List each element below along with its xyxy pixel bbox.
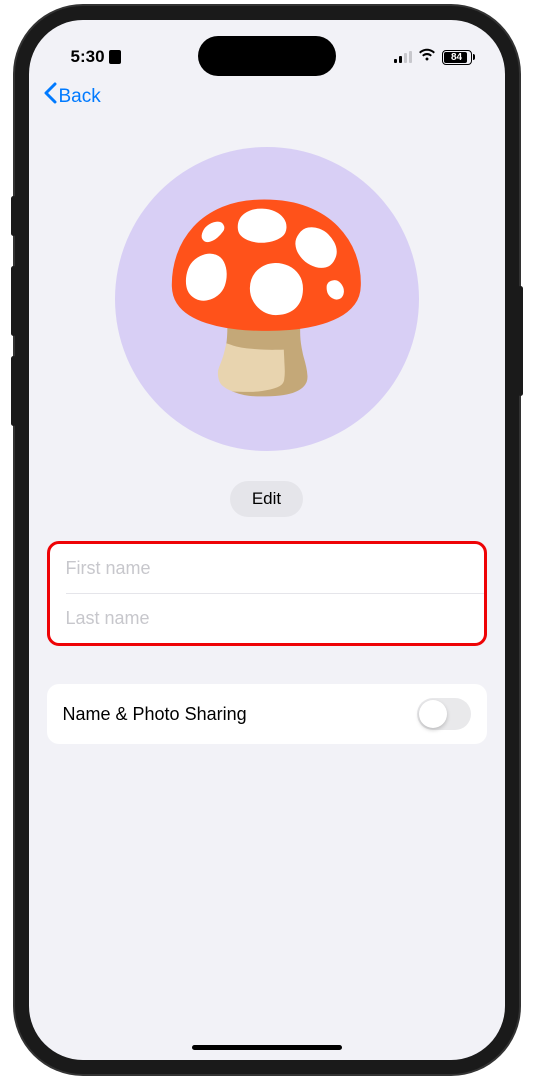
status-time: 5:30 (71, 47, 105, 67)
status-right: 84 (394, 48, 475, 66)
contact-card-icon (109, 50, 121, 64)
battery-icon: 84 (442, 50, 475, 65)
chevron-left-icon (43, 82, 57, 111)
power-button (518, 286, 523, 396)
name-photo-sharing-row: Name & Photo Sharing (47, 684, 487, 744)
side-button (11, 196, 16, 236)
toggle-knob (419, 700, 447, 728)
content: 🍄 Edit Name & Photo Sharing (29, 121, 505, 744)
battery-level: 84 (451, 52, 462, 63)
dynamic-island (198, 36, 336, 76)
nav-bar: Back (29, 76, 505, 121)
first-name-input[interactable] (50, 544, 484, 593)
edit-button[interactable]: Edit (230, 481, 303, 517)
avatar[interactable]: 🍄 (115, 147, 419, 451)
status-left: 5:30 (71, 47, 121, 67)
screen: 5:30 84 (29, 20, 505, 1060)
volume-up-button (11, 266, 16, 336)
sharing-label: Name & Photo Sharing (63, 704, 247, 725)
mushroom-icon: 🍄 (154, 209, 378, 389)
wifi-icon (418, 48, 436, 66)
device-frame: 5:30 84 (15, 6, 519, 1074)
back-button[interactable]: Back (43, 82, 101, 111)
back-label: Back (59, 86, 101, 108)
signal-icon (394, 51, 412, 63)
sharing-toggle[interactable] (417, 698, 471, 730)
last-name-input[interactable] (50, 594, 484, 643)
volume-down-button (11, 356, 16, 426)
home-indicator[interactable] (192, 1045, 342, 1050)
name-fields-group (47, 541, 487, 646)
